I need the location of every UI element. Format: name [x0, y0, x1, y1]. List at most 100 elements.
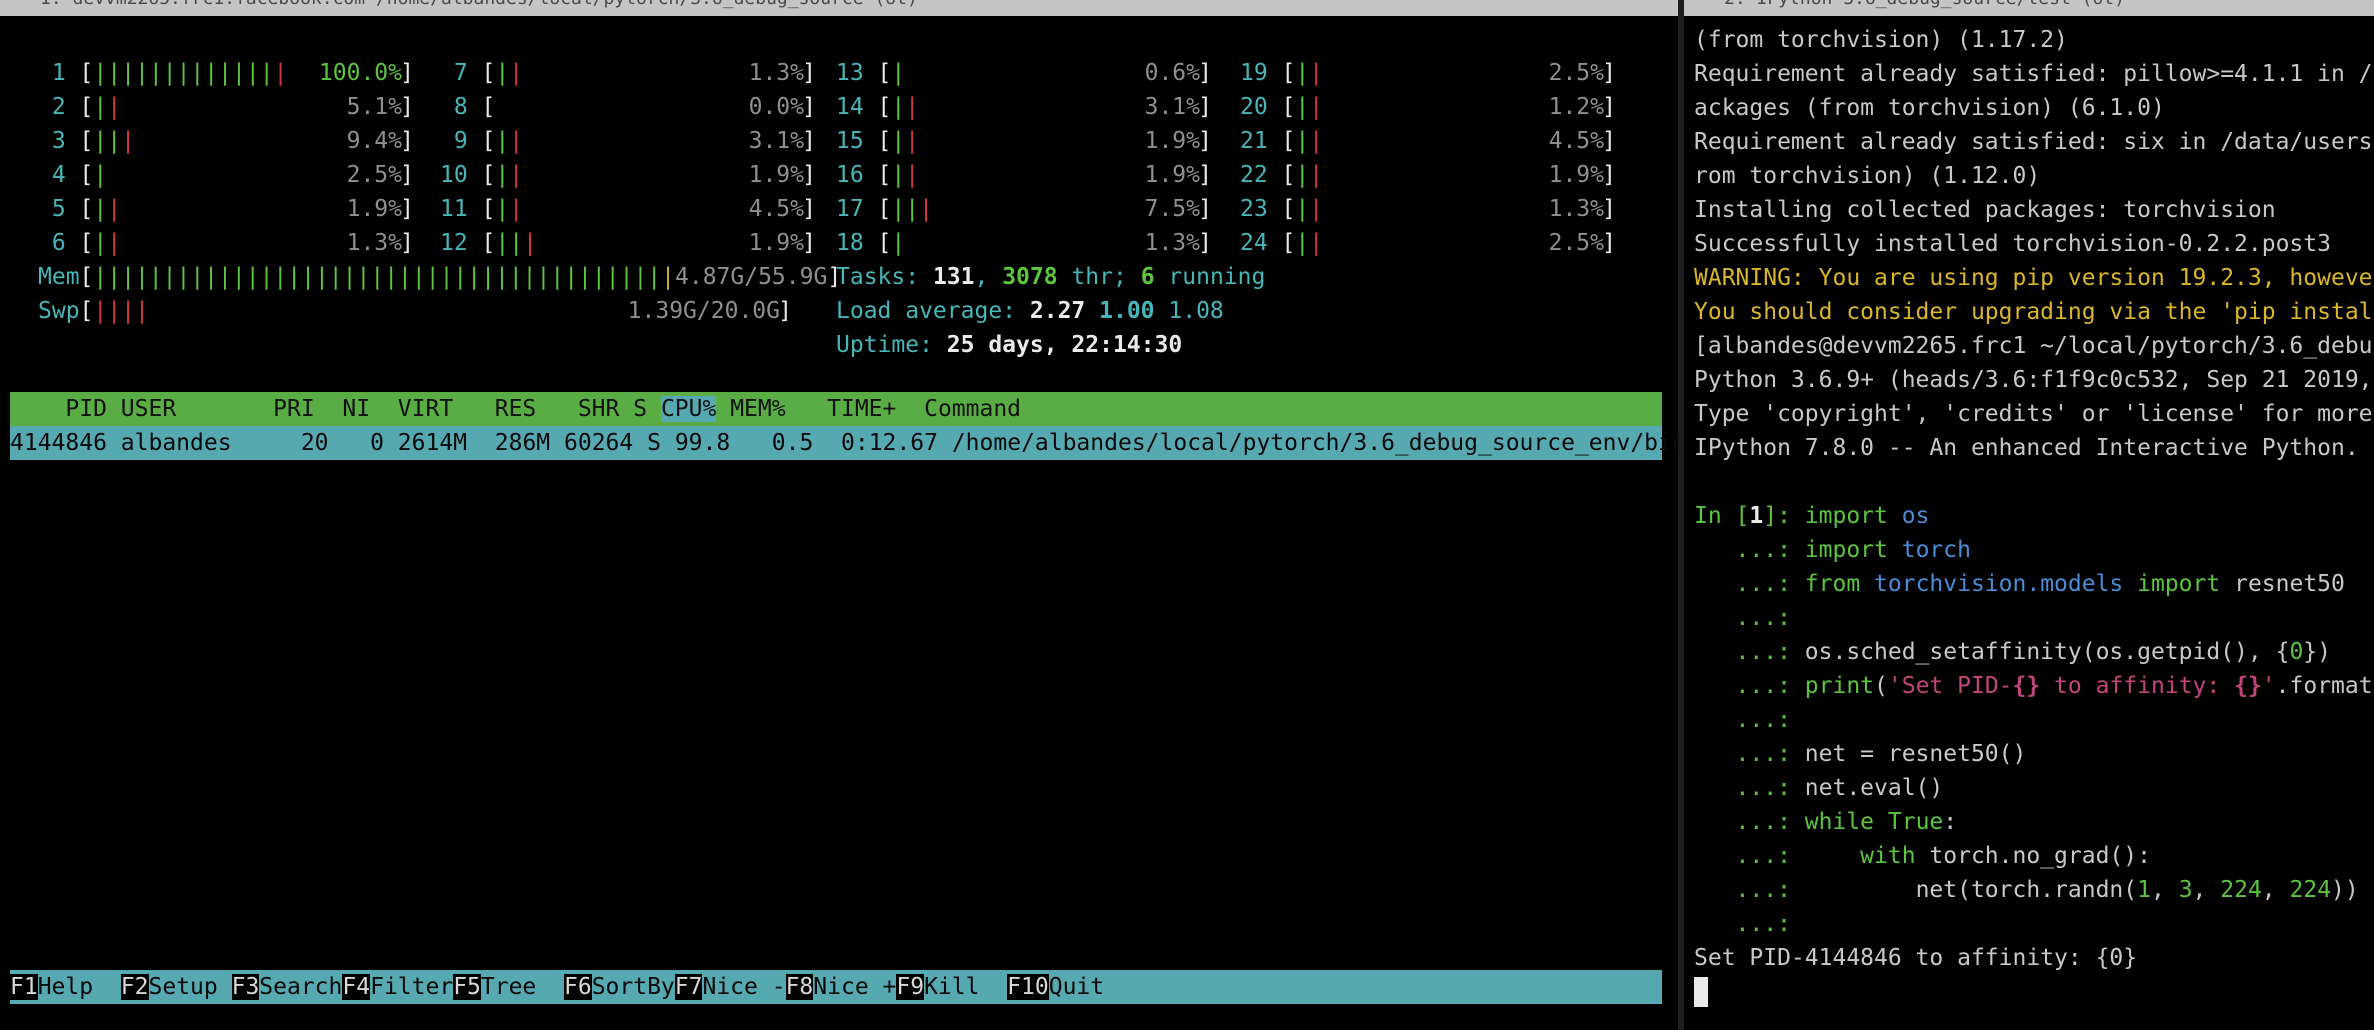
- cpu-meter-19: 19 [|| 2.5%]: [1240, 56, 1616, 90]
- col-ni[interactable]: NI: [315, 396, 370, 422]
- cpu-number: 22: [1240, 162, 1282, 188]
- cpu-meter-13: 13 [| 0.6%]: [836, 56, 1212, 90]
- cpu-bar: ||: [495, 128, 524, 154]
- cpu-number: 11: [440, 196, 482, 222]
- fkey-f3-search[interactable]: F3Search: [231, 974, 342, 1000]
- cpu-meter-14: 14 [|| 3.1%]: [836, 90, 1212, 124]
- cpu-bar: ||: [1295, 94, 1324, 120]
- left-window-title: 1: devvm2265.frc1.facebook.com /home/alb…: [40, 0, 918, 9]
- terminal-line: IPython 7.8.0 -- An enhanced Interactive…: [1694, 435, 2359, 461]
- col-res[interactable]: RES: [453, 396, 537, 422]
- pip-warning-line: You should consider upgrading via the 'p…: [1694, 299, 2373, 325]
- cpu-percent: 1.2%: [1548, 94, 1604, 120]
- col-command[interactable]: Command: [896, 396, 1021, 422]
- cpu-meter-3: 3 [||| 9.4%]: [38, 124, 414, 158]
- ipython-terminal-pane[interactable]: (from torchvision) (1.17.2) Requirement a…: [1684, 16, 2374, 1030]
- code-line: ...: import torch: [1694, 537, 1971, 563]
- cpu-percent: 1.9%: [748, 230, 804, 256]
- left-window-titlebar[interactable]: 1: devvm2265.frc1.facebook.com /home/alb…: [0, 0, 1678, 16]
- col-time[interactable]: TIME+: [786, 396, 896, 422]
- cpu-percent: 1.3%: [1548, 196, 1604, 222]
- cpu-number: 21: [1240, 128, 1282, 154]
- col-state[interactable]: S: [619, 396, 661, 422]
- cpu-percent: 100.0%: [318, 60, 402, 86]
- cpu-number: 7: [440, 60, 482, 86]
- cpu-bar: ||: [891, 94, 920, 120]
- col-cpu[interactable]: CPU%: [660, 396, 717, 422]
- cpu-number: 1: [38, 60, 80, 86]
- cpu-bar: |: [891, 60, 906, 86]
- cpu-meter-15: 15 [|| 1.9%]: [836, 124, 1212, 158]
- cpu-percent: 1.3%: [748, 60, 804, 86]
- col-user[interactable]: USER: [107, 396, 259, 422]
- code-line: ...: net(torch.randn(1, 3, 224, 224)): [1694, 877, 2359, 903]
- cpu-meter-2: 2 [|| 5.1%]: [38, 90, 414, 124]
- cpu-bar: ||: [891, 162, 920, 188]
- cpu-bar: |: [891, 230, 906, 256]
- function-key-bar: F1Help F2Setup F3SearchF4FilterF5Tree F6…: [10, 970, 1662, 1004]
- cpu-percent: 1.9%: [1144, 162, 1200, 188]
- terminal-line: ackages (from torchvision) (6.1.0): [1694, 95, 2165, 121]
- cpu-meter-24: 24 [|| 2.5%]: [1240, 226, 1616, 260]
- terminal-line: rom torchvision) (1.12.0): [1694, 163, 2041, 189]
- cpu-meter-5: 5 [|| 1.9%]: [38, 192, 414, 226]
- terminal-line: Type 'copyright', 'credits' or 'license'…: [1694, 401, 2373, 427]
- cpu-meter-6: 6 [|| 1.3%]: [38, 226, 414, 260]
- cpu-number: 2: [38, 94, 80, 120]
- fkey-f8-nice[interactable]: F8Nice +: [785, 974, 896, 1000]
- cpu-number: 16: [836, 162, 878, 188]
- terminal-line: [albandes@devvm2265.frc1 ~/local/pytorch…: [1694, 333, 2373, 359]
- cpu-number: 13: [836, 60, 878, 86]
- cpu-percent: 4.5%: [748, 196, 804, 222]
- cpu-bar: ||: [1295, 162, 1324, 188]
- cpu-number: 24: [1240, 230, 1282, 256]
- cpu-bar: ||: [1295, 128, 1324, 154]
- fkey-f10-quit[interactable]: F10Quit: [1007, 974, 1104, 1000]
- code-line: ...: while True:: [1694, 809, 1958, 835]
- process-table-header[interactable]: PID USER PRI NI VIRT RES SHR S CPU% MEM%…: [10, 392, 1662, 426]
- fkey-f7-nice[interactable]: F7Nice -: [674, 974, 786, 1000]
- cpu-number: 23: [1240, 196, 1282, 222]
- cpu-percent: 3.1%: [1144, 94, 1200, 120]
- cpu-meter-11: 11 [|| 4.5%]: [440, 192, 816, 226]
- cpu-percent: 2.5%: [346, 162, 402, 188]
- cpu-meter-9: 9 [|| 3.1%]: [440, 124, 816, 158]
- mem-meter: Mem[||||||||||||||||||||||||||||||||||||…: [38, 264, 842, 290]
- table-row[interactable]: 4144846 albandes 20 0 2614M 286M 60264 S…: [10, 426, 1678, 460]
- col-mem[interactable]: MEM%: [716, 396, 785, 422]
- code-line: ...:: [1694, 911, 1805, 937]
- col-pid[interactable]: PID: [10, 396, 107, 422]
- right-window-title: 2: IPython 3.6_debug_source/test (ot): [1724, 0, 2125, 9]
- terminal-line: Requirement already satisfied: six in /d…: [1694, 129, 2373, 155]
- swap-meter: Swp[|||| 1.39G/20.0G]: [38, 294, 792, 328]
- cpu-percent: 1.9%: [748, 162, 804, 188]
- cpu-number: 14: [836, 94, 878, 120]
- cpu-bar: ||: [891, 128, 920, 154]
- cpu-percent: 2.5%: [1548, 60, 1604, 86]
- htop-pane[interactable]: 1 [|||||||||||||| 100.0%] 2 [|| 5.1%] 3 [|…: [0, 16, 1678, 1030]
- terminal-cursor[interactable]: [1694, 977, 1708, 1007]
- cpu-number: 12: [440, 230, 482, 256]
- col-shr[interactable]: SHR: [536, 396, 620, 422]
- fkey-f2-setup[interactable]: F2Setup: [120, 974, 232, 1000]
- cpu-percent: 0.6%: [1144, 60, 1200, 86]
- tasks-line: Tasks: 131, 3078 thr; 6 running: [836, 264, 1266, 290]
- cpu-meter-1: 1 [|||||||||||||| 100.0%]: [38, 56, 414, 90]
- right-window-titlebar[interactable]: 2: IPython 3.6_debug_source/test (ot): [1684, 0, 2374, 16]
- terminal-line: Successfully installed torchvision-0.2.2…: [1694, 231, 2331, 257]
- fkey-f5-tree[interactable]: F5Tree: [453, 974, 564, 1000]
- cpu-number: 3: [38, 128, 80, 154]
- fkey-f6-sortby[interactable]: F6SortBy: [563, 974, 675, 1000]
- cpu-bar: ||: [1295, 230, 1324, 256]
- fkey-f9-kill[interactable]: F9Kill: [896, 974, 1007, 1000]
- fkey-f1-help[interactable]: F1Help: [10, 974, 121, 1000]
- code-line: ...: os.sched_setaffinity(os.getpid(), {…: [1694, 639, 2331, 665]
- cpu-meter-12: 12 [||| 1.9%]: [440, 226, 816, 260]
- cpu-bar: |||: [93, 128, 135, 154]
- col-virt[interactable]: VIRT: [370, 396, 453, 422]
- cpu-meter-23: 23 [|| 1.3%]: [1240, 192, 1616, 226]
- cpu-percent: 7.5%: [1144, 196, 1200, 222]
- fkey-f4-filter[interactable]: F4Filter: [342, 974, 453, 1000]
- cpu-percent: 3.1%: [748, 128, 804, 154]
- col-pri[interactable]: PRI: [259, 396, 315, 422]
